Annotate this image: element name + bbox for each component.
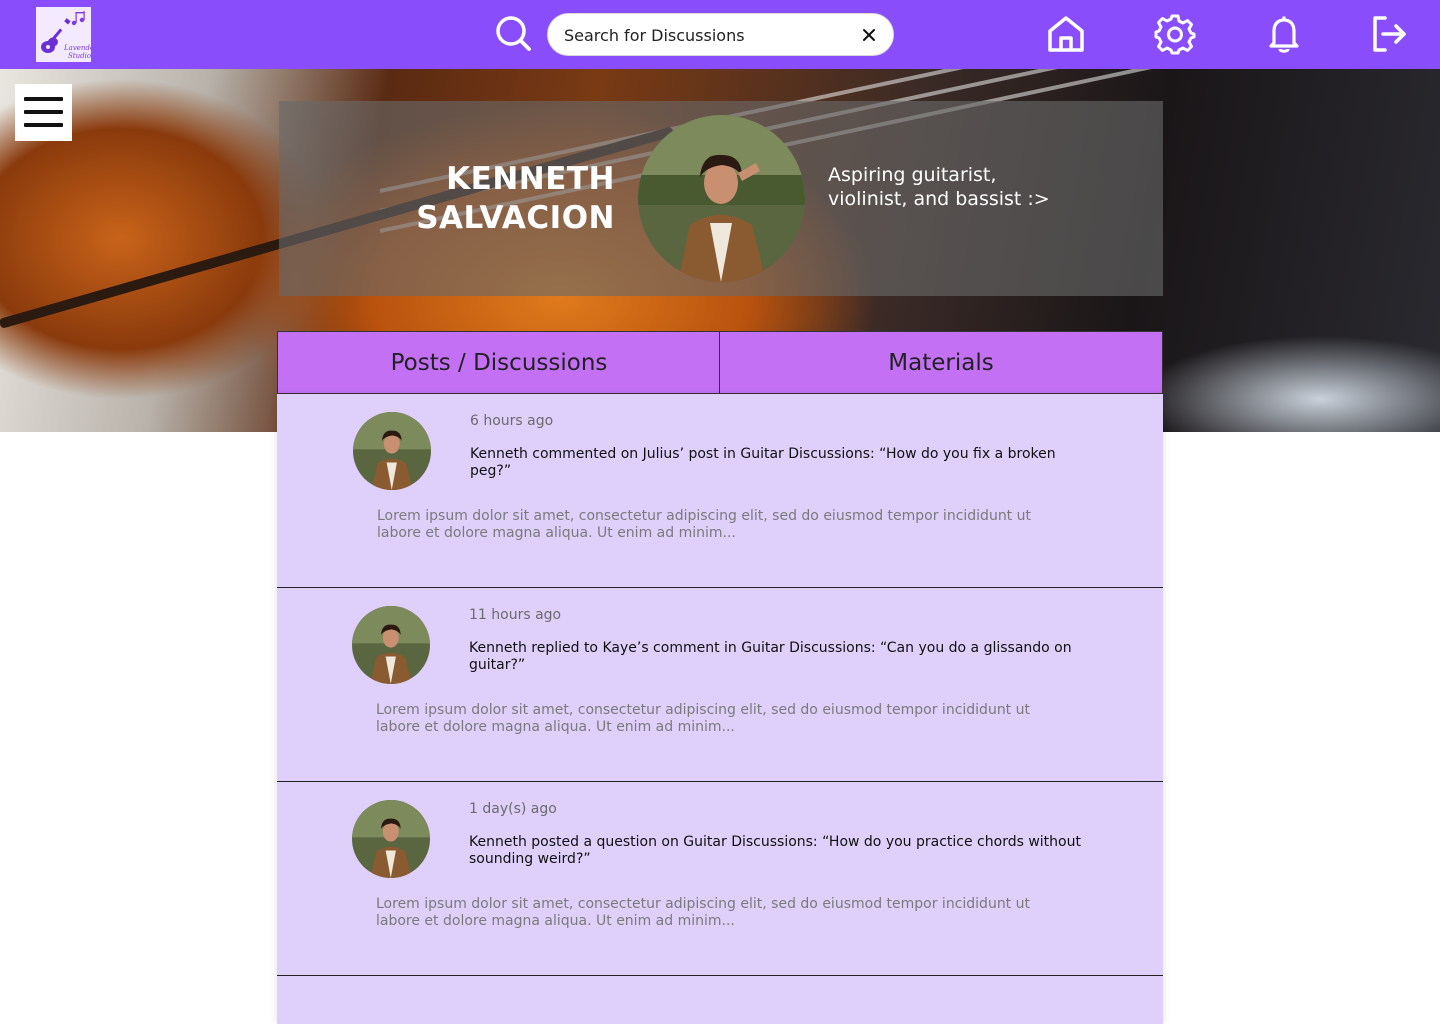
search-icon[interactable] xyxy=(493,14,533,54)
profile-tabs: Posts / Discussions Materials xyxy=(277,331,1163,394)
post-title: Kenneth posted a question on Guitar Disc… xyxy=(469,834,1081,867)
tab-posts-discussions[interactable]: Posts / Discussions xyxy=(277,331,720,394)
svg-text:Lavender: Lavender xyxy=(63,44,91,52)
tab-label: Materials xyxy=(888,349,994,376)
post-timestamp: 6 hours ago xyxy=(470,413,554,429)
avatar[interactable] xyxy=(353,412,431,490)
profile-first-name: KENNETH xyxy=(446,161,615,197)
bell-icon[interactable] xyxy=(1263,13,1305,55)
tab-materials[interactable]: Materials xyxy=(719,331,1163,394)
avatar[interactable] xyxy=(352,606,430,684)
post-excerpt: Lorem ipsum dolor sit amet, consectetur … xyxy=(376,702,1030,735)
close-icon[interactable] xyxy=(859,25,879,45)
top-navbar: Lavender Studio xyxy=(0,0,1440,69)
hamburger-menu-button[interactable] xyxy=(15,84,72,141)
search-input[interactable] xyxy=(564,23,854,47)
feed-post[interactable]: 6 hours ago Kenneth commented on Julius’… xyxy=(277,394,1163,588)
logout-icon[interactable] xyxy=(1368,13,1410,55)
search-field xyxy=(547,13,894,56)
home-icon[interactable] xyxy=(1045,13,1087,55)
activity-feed: 6 hours ago Kenneth commented on Julius’… xyxy=(277,394,1163,1024)
app-logo[interactable]: Lavender Studio xyxy=(36,7,91,62)
tab-label: Posts / Discussions xyxy=(390,349,608,376)
svg-text:Studio: Studio xyxy=(68,52,91,60)
post-timestamp: 1 day(s) ago xyxy=(469,801,557,817)
gear-icon[interactable] xyxy=(1154,13,1196,55)
profile-name: KENNETH SALVACION xyxy=(300,160,615,238)
feed-post[interactable]: 1 day(s) ago Kenneth posted a question o… xyxy=(277,782,1163,976)
profile-last-name: SALVACION xyxy=(416,200,615,236)
post-excerpt: Lorem ipsum dolor sit amet, consectetur … xyxy=(376,896,1030,929)
profile-avatar[interactable] xyxy=(638,115,805,282)
post-excerpt: Lorem ipsum dolor sit amet, consectetur … xyxy=(377,508,1031,541)
feed-post[interactable]: 11 hours ago Kenneth replied to Kaye’s c… xyxy=(277,588,1163,782)
profile-bio: Aspiring guitarist, violinist, and bassi… xyxy=(828,164,1050,210)
post-title: Kenneth replied to Kaye’s comment in Gui… xyxy=(469,640,1072,673)
post-timestamp: 11 hours ago xyxy=(469,607,562,623)
post-title: Kenneth commented on Julius’ post in Gui… xyxy=(470,446,1056,479)
avatar[interactable] xyxy=(352,800,430,878)
